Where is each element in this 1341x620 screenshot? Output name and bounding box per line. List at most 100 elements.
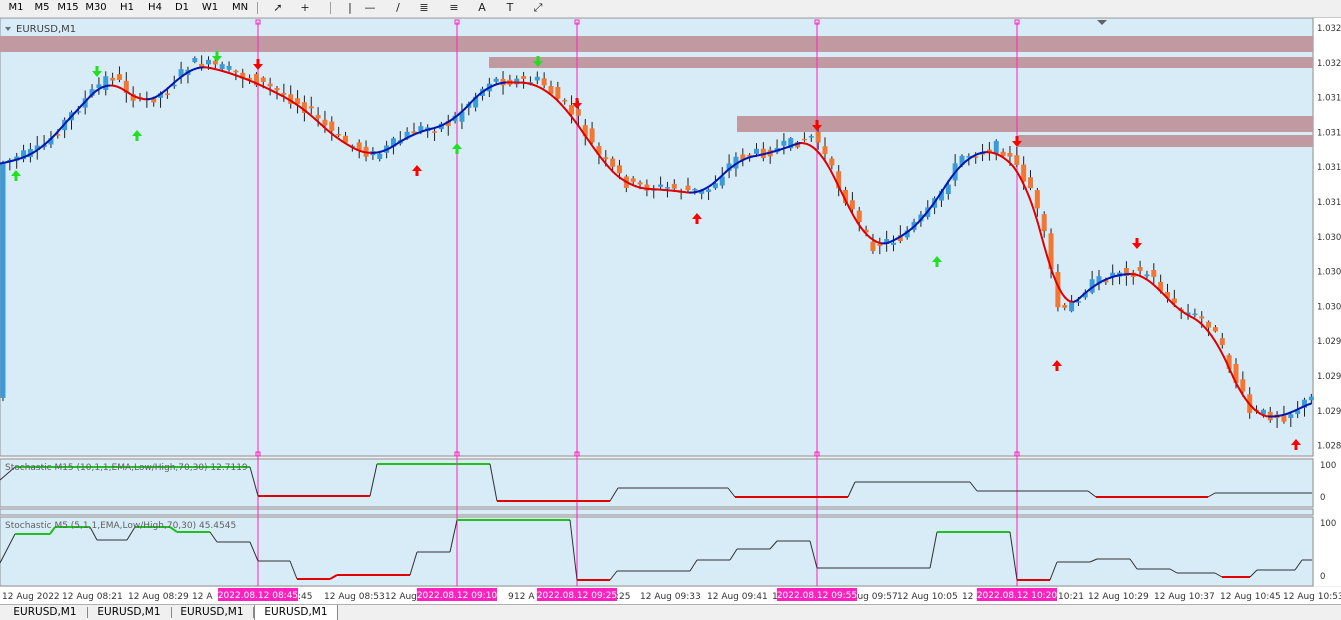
time-label: :25 [616,592,630,602]
candle-body [1069,301,1074,311]
toolbar-separator [257,2,258,14]
time-label: 12 Aug 08:21 [62,592,123,602]
candle-body [1028,177,1033,188]
candle-body [103,76,108,90]
horizontal-line-icon[interactable]: — [360,0,380,16]
timeframe-h1-button[interactable]: H1 [115,0,139,16]
candle-body [1288,414,1293,418]
chart-window[interactable]: EURUSD,M1 Stochastic M15 (10,1,1,EMA,Low… [0,18,1341,604]
indicator1-label: Stochastic M15 (10,1,1,EMA,Low/High,70,3… [5,463,248,473]
candle-body [261,78,266,82]
candle-body [542,78,547,85]
candle-body [781,141,786,146]
chart-tab[interactable]: EURUSD,M1 [254,605,338,620]
main-chart-background [0,18,1313,456]
resistance-zone[interactable] [0,36,1313,52]
candle-body [1151,270,1156,277]
time-label: :45 [298,592,312,602]
candle-body [1144,274,1149,276]
time-label: 12 Aug 08:53 [324,592,385,602]
indicator2-level-low: 0 [1320,572,1325,582]
candle-body [891,243,896,245]
candle-body [268,84,273,87]
candle-body [617,165,622,173]
price-label: 1.029 [1317,407,1341,417]
text-label-icon[interactable]: T [500,0,520,16]
candle-body [432,131,437,133]
candle-body [802,139,807,141]
candle-body [686,186,691,190]
candle-body [809,136,814,138]
price-label: 1.029 [1317,337,1341,347]
time-label: 12 A [514,592,535,602]
price-label: 1.029 [1317,372,1341,382]
price-label: 1.031 [1317,94,1341,104]
price-label: 1.031 [1317,128,1341,138]
candle-body [1213,327,1218,331]
candle-body [590,128,595,142]
text-icon[interactable]: A [472,0,492,16]
candle-body [309,106,314,108]
candle-body [576,109,581,116]
resistance-zone[interactable] [1018,135,1313,147]
candle-body [494,79,499,82]
time-label: 12 Aug 09:33 [640,592,701,602]
timeframe-m15-button[interactable]: M15 [56,0,80,16]
candle-body [672,184,677,189]
chart-tab[interactable]: EURUSD,M1 [4,605,86,620]
candle-body [220,64,225,69]
vertical-line-label: 2022.08.12 09:10 [417,591,498,601]
timeframe-w1-button[interactable]: W1 [198,0,222,16]
vertical-line-label: 2022.08.12 08:45 [218,591,298,601]
trendline-icon[interactable]: / [388,0,408,16]
price-label: 1.028 [1317,442,1341,452]
shapes-dropdown-icon[interactable]: ⤢ [528,0,548,16]
candle-body [658,185,663,187]
crosshair-icon[interactable]: + [295,0,315,16]
candle-body [994,141,999,154]
timeframe-m1-button[interactable]: M1 [4,0,28,16]
indicator1-level-high: 100 [1320,461,1336,471]
candle-body [329,122,334,131]
price-label: 1.030 [1317,233,1341,243]
resistance-zone[interactable] [489,57,1313,68]
chart-tab[interactable]: EURUSD,M1 [172,605,252,620]
time-label: 12 Aug 10:45 [1220,592,1281,602]
candle-body [1062,305,1067,308]
candle-body [1220,338,1225,345]
cursor-arrow-icon[interactable]: ➚ [268,0,288,16]
price-label: 1.031 [1317,163,1341,173]
candle-body [275,88,280,90]
timeframe-m30-button[interactable]: M30 [82,0,110,16]
time-labels: 12 Aug 202212 Aug 08:2112 Aug 08:2912 A:… [2,592,1341,602]
candle-body [1007,153,1012,157]
timeframe-d1-button[interactable]: D1 [170,0,194,16]
fibonacci-icon[interactable]: ≡ [444,0,464,16]
candle-body [117,74,122,80]
vertical-line-icon[interactable]: | [340,0,360,16]
candle-body [1199,316,1204,318]
candle-body [665,187,670,189]
chart-tab[interactable]: EURUSD,M1 [88,605,170,620]
candle-body [829,159,834,166]
candle-body [1014,155,1019,165]
fibonacci-equidistant-icon[interactable]: ≣ [414,0,434,16]
indicator2-label: Stochastic M5 (5,1,1,EMA,Low/High,70,30)… [5,521,236,531]
candle-body [336,134,341,136]
candle-body [1,163,6,398]
timeframe-mn-button[interactable]: MN [226,0,254,16]
time-label: 12 Aug 10:37 [1154,592,1215,602]
resistance-zone[interactable] [737,116,1313,132]
price-label: 1.030 [1317,268,1341,278]
timeframe-m5-button[interactable]: M5 [30,0,54,16]
candle-body [322,120,327,126]
vertical-line-label: 2022.08.12 10:20 [977,591,1058,601]
indicator-separator [0,509,1313,515]
candle-body [754,149,759,154]
candle-body [631,178,636,181]
time-label: 12 Aug 08:29 [128,592,189,602]
candle-body [165,94,170,96]
candle-body [316,115,321,119]
timeframe-h4-button[interactable]: H4 [143,0,167,16]
candle-body [535,77,540,81]
